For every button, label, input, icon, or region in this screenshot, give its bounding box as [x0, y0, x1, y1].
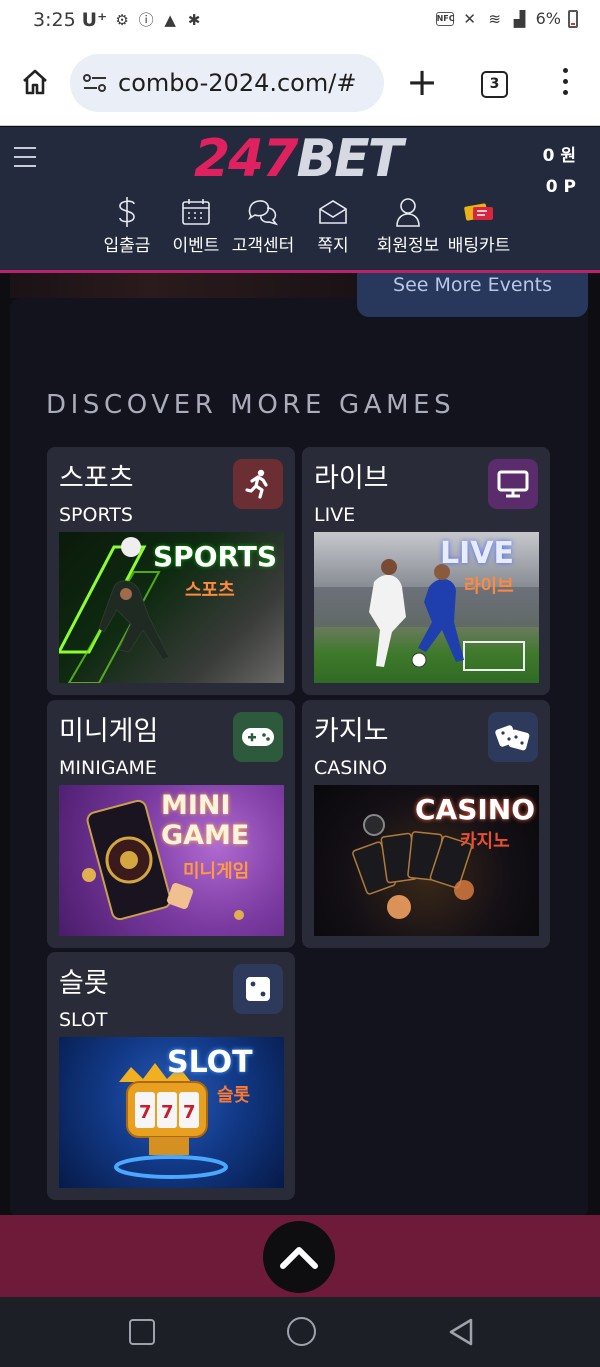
card-title-en: LIVE: [314, 504, 356, 526]
live-thumbnail: LIVE 라이브: [314, 532, 539, 683]
gamepad-icon: [233, 712, 283, 762]
nav-messages[interactable]: 쪽지: [308, 195, 358, 256]
envelope-icon: [319, 200, 347, 224]
chat-bubbles-icon: [248, 200, 279, 226]
card-title-kr: 슬롯: [59, 968, 109, 999]
chevron-up-icon: [280, 1247, 318, 1269]
back-icon[interactable]: [447, 1317, 475, 1347]
status-bar: 3:25 U⁺ ⚙ ⓘ ▲ ✱ NFC ✕ ≋ ▟ 6%: [0, 0, 600, 42]
carrier-label: U⁺: [81, 9, 108, 31]
game-card-live[interactable]: 라이브 LIVE LIVE 라이브: [302, 447, 550, 695]
nav-label: 배팅카트: [447, 236, 511, 256]
balance-points: 0 P: [545, 177, 576, 197]
game-card-sports[interactable]: 스포츠 SPORTS SPORTS 스포츠: [47, 447, 295, 695]
info-icon: ⓘ: [138, 11, 154, 29]
nfc-icon: NFC: [435, 11, 455, 26]
clock: 3:25: [33, 9, 76, 31]
slot-thumbnail: 7 7 7 SLOT 슬롯: [59, 1037, 284, 1188]
card-title-kr: 미니게임: [59, 716, 159, 747]
signal-icon: ▟: [513, 9, 526, 28]
svg-text:7: 7: [183, 1102, 196, 1123]
browser-menu-button[interactable]: [558, 68, 572, 100]
balance-panel: 0 원 0 P: [543, 141, 576, 203]
nav-label: 입출금: [103, 236, 151, 256]
thumb-subtitle: 미니게임: [183, 861, 250, 882]
card-title-kr: 스포츠: [59, 463, 134, 494]
balance-won: 0 원: [542, 146, 576, 166]
battery-icon: [568, 9, 578, 28]
hamburger-menu-icon[interactable]: [14, 147, 36, 174]
thumb-title: CASINO: [415, 793, 536, 826]
site-header: 247BET 0 원 0 P 입출금 이벤트 고객센터 쪽지 회원정보 배팅카트: [0, 127, 600, 273]
casino-thumbnail: CASINO 카지노: [314, 785, 539, 936]
battery-percent: 6%: [535, 9, 561, 28]
sports-thumbnail: SPORTS 스포츠: [59, 532, 284, 683]
url-field[interactable]: combo-2024.com/#: [70, 54, 384, 112]
game-card-casino[interactable]: 카지노 CASINO CASINO 카지노: [302, 700, 550, 948]
dice-icon: [488, 712, 538, 762]
site-logo[interactable]: 247BET: [194, 129, 403, 189]
calendar-icon: [182, 199, 210, 225]
minigame-thumbnail: MINI GAME 미니게임: [59, 785, 284, 936]
gift-icon: ✱: [187, 11, 201, 29]
monitor-icon: [488, 459, 538, 509]
nav-customer-center[interactable]: 고객센터: [230, 195, 296, 256]
mute-icon: ✕: [463, 9, 476, 28]
svg-text:7: 7: [139, 1102, 152, 1123]
browser-toolbar: combo-2024.com/# + 3: [0, 42, 600, 126]
card-title-en: CASINO: [314, 757, 388, 779]
tab-switcher-button[interactable]: 3: [481, 71, 508, 98]
card-title-kr: 라이브: [314, 463, 389, 494]
system-navigation-bar: [0, 1297, 600, 1367]
events-banner-edge: [10, 273, 360, 298]
nav-member-info[interactable]: 회원정보: [374, 195, 442, 256]
thumb-title: SLOT: [167, 1045, 253, 1080]
nav-label: 이벤트: [172, 236, 220, 256]
nav-deposit-withdraw[interactable]: 입출금: [98, 195, 156, 256]
settings-icon: ⚙: [115, 11, 129, 29]
thumb-title: MINI GAME: [161, 790, 250, 851]
nav-label: 고객센터: [231, 236, 295, 256]
recent-apps-icon[interactable]: [129, 1319, 155, 1345]
thumb-subtitle: 슬롯: [217, 1085, 251, 1106]
card-title-kr: 카지노: [314, 716, 389, 747]
card-title-en: MINIGAME: [59, 757, 157, 779]
thumb-title: SPORTS: [153, 540, 278, 573]
running-person-icon: [233, 459, 283, 509]
nav-label: 회원정보: [376, 236, 440, 256]
thumb-title: LIVE: [440, 536, 514, 571]
tickets-icon: [464, 203, 493, 221]
home-circle-icon[interactable]: [287, 1317, 316, 1346]
section-title: DISCOVER MORE GAMES: [46, 390, 456, 420]
game-card-minigame[interactable]: 미니게임 MINIGAME MINI GAME 미니게임: [47, 700, 295, 948]
wifi-icon: ≋: [488, 9, 501, 28]
main-nav: 입출금 이벤트 고객센터 쪽지 회원정보 배팅카트: [98, 195, 512, 256]
home-icon[interactable]: [20, 67, 50, 97]
site-settings-icon[interactable]: [82, 72, 108, 94]
user-icon: [396, 198, 420, 227]
warning-icon: ▲: [164, 11, 176, 29]
url-text: combo-2024.com/#: [118, 69, 357, 97]
nav-events[interactable]: 이벤트: [162, 195, 230, 256]
game-card-slot[interactable]: 슬롯 SLOT 7 7 7 SLOT 슬롯: [47, 952, 295, 1200]
dollar-icon: [119, 197, 135, 227]
see-more-events-button[interactable]: See More Events: [357, 273, 588, 317]
thumb-subtitle: 라이브: [464, 576, 514, 597]
thumb-subtitle: 카지노: [460, 831, 510, 852]
nav-betting-cart[interactable]: 배팅카트: [446, 195, 512, 256]
scroll-to-top-button[interactable]: [263, 1221, 335, 1293]
nav-label: 쪽지: [317, 236, 349, 256]
card-title-en: SPORTS: [59, 504, 133, 526]
thumb-subtitle: 스포츠: [185, 580, 235, 601]
new-tab-button[interactable]: +: [404, 63, 440, 101]
card-title-en: SLOT: [59, 1009, 108, 1031]
single-die-icon: [233, 964, 283, 1014]
svg-text:7: 7: [161, 1102, 174, 1123]
